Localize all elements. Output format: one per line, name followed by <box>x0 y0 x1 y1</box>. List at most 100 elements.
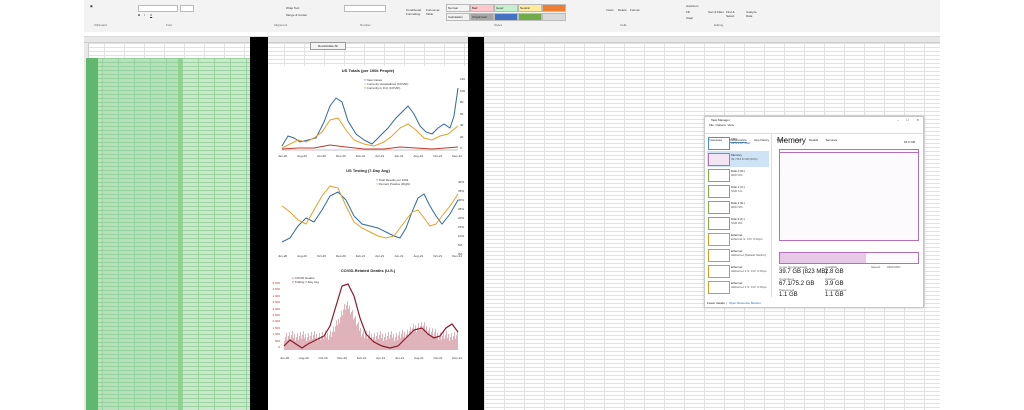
daily-death-bar <box>367 338 368 350</box>
open-resource-monitor-link[interactable]: Open Resource Monitor <box>729 301 761 305</box>
sidebar-item-ethernet-3[interactable]: Ethernet vEthernet 2 S: 0 R: 0 Kbps <box>707 263 769 279</box>
italic-button[interactable]: I <box>144 13 145 17</box>
daily-death-bar <box>397 339 398 350</box>
daily-death-bar <box>291 335 292 350</box>
daily-death-bar <box>439 336 440 350</box>
daily-death-bar <box>345 309 346 350</box>
style-bad[interactable]: Bad <box>470 4 494 12</box>
daily-death-bar <box>370 337 371 350</box>
daily-death-bar <box>364 338 365 350</box>
editing-group: AutoSum Fill Clear Sort & Filter Find & … <box>684 2 784 28</box>
daily-death-bar <box>346 305 347 350</box>
daily-death-bar <box>326 337 327 350</box>
menu-file[interactable]: File <box>709 123 714 127</box>
daily-death-bar <box>319 332 320 350</box>
number-format-select[interactable] <box>344 5 386 12</box>
memory-composition-bar <box>779 252 919 264</box>
style-accent-4[interactable] <box>542 13 566 21</box>
daily-death-bar <box>449 340 450 350</box>
recalculate-all-button[interactable]: Recalculate All <box>310 42 346 50</box>
daily-death-bar <box>312 338 313 350</box>
conditional-formatting-button[interactable]: Conditional Formatting <box>406 8 422 16</box>
daily-death-bar <box>362 333 363 350</box>
format-button[interactable]: Format <box>630 8 640 12</box>
analyze-data-button[interactable]: Analyze Data <box>746 10 762 18</box>
daily-death-bar <box>352 309 353 350</box>
paste-button[interactable]: ▣ <box>90 4 93 8</box>
memory-usage-graph <box>779 149 919 241</box>
us-totals-yticks: 120 100 80 60 40 20 0 <box>460 77 466 150</box>
menu-options[interactable]: Options <box>716 123 726 127</box>
daily-death-bar <box>414 329 415 350</box>
date-column[interactable] <box>86 58 98 410</box>
daily-death-bar <box>447 337 448 350</box>
fill-button[interactable]: Fill <box>686 10 690 14</box>
daily-death-bar <box>436 336 437 350</box>
daily-death-bar <box>429 327 430 350</box>
style-accent-3[interactable] <box>542 4 566 12</box>
daily-death-bar <box>377 331 378 350</box>
sidebar-item-memory[interactable]: Memory 39.7/63.8 GB (62%) <box>707 151 769 167</box>
autosum-button[interactable]: AutoSum <box>686 4 698 8</box>
sidebar-item-ethernet-2[interactable]: Ethernet vEthernet (Default Switch) <box>707 247 769 263</box>
daily-death-bar <box>332 331 333 350</box>
bold-button[interactable]: B <box>138 13 140 17</box>
us-testing-plot <box>281 185 459 243</box>
committed-value: 67.1/75.2 GB <box>779 281 815 287</box>
minimize-icon[interactable]: – <box>897 117 899 123</box>
sidebar-item-cpu[interactable]: CPU 34% 2.87 GHz <box>707 135 769 151</box>
data-table-right[interactable] <box>182 58 250 410</box>
merge-center-button[interactable]: Merge & Center <box>286 13 307 17</box>
daily-death-bar <box>452 339 453 350</box>
daily-death-bar <box>324 334 325 350</box>
close-icon[interactable]: ✕ <box>916 117 919 123</box>
delete-button[interactable]: Delete <box>618 8 627 12</box>
daily-death-bar <box>455 338 456 350</box>
daily-death-bar <box>308 332 309 350</box>
wrap-text-button[interactable]: Wrap Text <box>286 6 299 10</box>
us-totals-chart[interactable]: US Totals (per 100k People) ━ New Cases … <box>268 66 468 162</box>
underline-button[interactable]: U <box>150 13 152 17</box>
format-as-table-button[interactable]: Format as Table <box>426 8 442 16</box>
menu-view[interactable]: View <box>728 123 734 127</box>
clipboard-group-label: Clipboard <box>94 23 107 27</box>
maximize-icon[interactable]: ☐ <box>906 117 909 123</box>
sidebar-item-disk-0[interactable]: Disk 0 (D:) HDD 0% <box>707 167 769 183</box>
style-normal[interactable]: Normal <box>446 4 470 12</box>
font-size-select[interactable] <box>180 5 194 12</box>
daily-death-bar <box>411 333 412 350</box>
font-name-select[interactable] <box>138 5 178 12</box>
style-accent-2[interactable] <box>518 13 542 21</box>
daily-death-bar <box>404 332 405 350</box>
us-testing-chart[interactable]: US Testing (7-Day Avg) ━ Total Results p… <box>268 166 468 262</box>
find-select-button[interactable]: Find & Select <box>726 10 742 18</box>
daily-death-bar <box>418 323 419 350</box>
memory-title: Memory <box>777 136 806 145</box>
daily-death-bar <box>322 331 323 350</box>
task-manager-titlebar[interactable]: Task Manager ✕ ☐ – <box>705 117 923 123</box>
sort-filter-button[interactable]: Sort & Filter <box>708 10 724 14</box>
insert-button[interactable]: Insert <box>606 8 614 12</box>
sidebar-item-ethernet-4[interactable]: Ethernet vEthernet 3 S: 0 R: 0 Kbps <box>707 279 769 295</box>
sidebar-item-disk-3[interactable]: Disk 3 (F:) SSD 0% <box>707 215 769 231</box>
task-manager-window[interactable]: Task Manager ✕ ☐ – File Options View Pro… <box>704 116 924 308</box>
sidebar-item-ethernet-1[interactable]: Ethernet Ethernet S: 0 R: 0 Kbps <box>707 231 769 247</box>
style-good[interactable]: Good <box>494 4 518 12</box>
daily-death-bar <box>441 339 442 350</box>
covid-deaths-chart[interactable]: COVID-Related Deaths (U.S.) ■ COVID Deat… <box>268 266 468 410</box>
styles-group-label: Styles <box>494 23 503 27</box>
style-accent-1[interactable] <box>494 13 518 21</box>
clear-button[interactable]: Clear <box>686 16 693 20</box>
daily-death-bar <box>451 332 452 350</box>
sidebar-item-disk-1[interactable]: Disk 1 (C:) SSD 1% <box>707 183 769 199</box>
daily-death-bar <box>435 328 436 350</box>
daily-death-bar <box>442 335 443 350</box>
style-neutral[interactable]: Neutral <box>518 4 542 12</box>
style-check-cell[interactable]: Check Cell <box>470 13 494 21</box>
data-table-left[interactable] <box>86 58 182 410</box>
fewer-details-link[interactable]: Fewer details <box>707 301 725 305</box>
style-calculation[interactable]: Calculation <box>446 13 470 21</box>
daily-death-bar <box>340 316 341 350</box>
daily-death-bar <box>344 303 345 350</box>
sidebar-item-disk-2[interactable]: Disk 2 (E:) HDD 0% <box>707 199 769 215</box>
